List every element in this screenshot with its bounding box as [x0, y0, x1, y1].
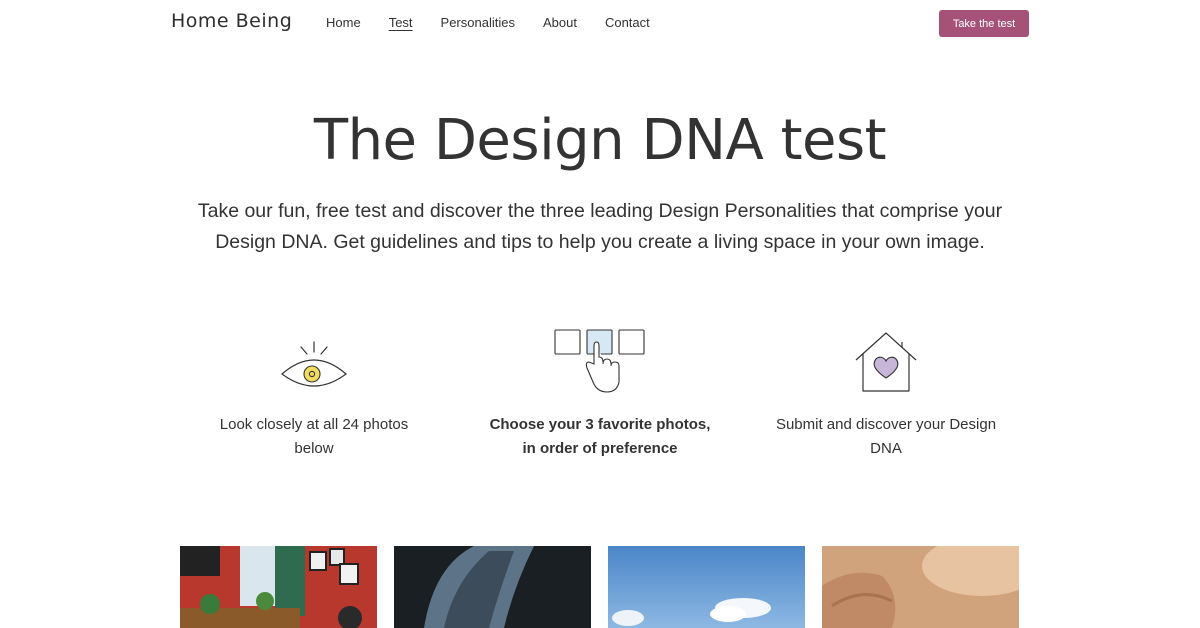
nav-link-contact[interactable]: Contact — [605, 15, 650, 30]
step-look: Look closely at all 24 photos below — [194, 320, 434, 461]
nav-link-test[interactable]: Test — [389, 15, 413, 30]
nav-link-about[interactable]: About — [543, 15, 577, 30]
page-title: The Design DNA test — [313, 108, 887, 173]
photo-option[interactable] — [822, 546, 1019, 628]
photo-grid — [180, 546, 1020, 628]
photo-option[interactable] — [608, 546, 805, 628]
top-navigation: Home Being Home Test Personalities About… — [0, 0, 1200, 46]
nav-links: Home Test Personalities About Contact — [326, 15, 678, 30]
eye-icon — [194, 320, 434, 394]
house-heart-icon — [766, 320, 1006, 394]
photo-option[interactable] — [394, 546, 591, 628]
step-label: Look closely at all 24 photos below — [219, 416, 409, 457]
step-submit: Submit and discover your Design DNA — [766, 320, 1006, 461]
brand-logo[interactable]: Home Being — [171, 10, 292, 32]
take-test-button[interactable]: Take the test — [939, 10, 1029, 37]
photo-option[interactable] — [180, 546, 377, 628]
nav-link-personalities[interactable]: Personalities — [441, 15, 515, 30]
step-label: Choose your 3 favorite photos, in order o… — [489, 416, 711, 457]
hero-description: Take our fun, free test and discover the… — [197, 200, 1003, 253]
nav-link-home[interactable]: Home — [326, 15, 361, 30]
step-label: Submit and discover your Design DNA — [775, 416, 997, 457]
step-choose: Choose your 3 favorite photos, in order o… — [480, 320, 720, 461]
photo-select-icon — [480, 320, 720, 394]
